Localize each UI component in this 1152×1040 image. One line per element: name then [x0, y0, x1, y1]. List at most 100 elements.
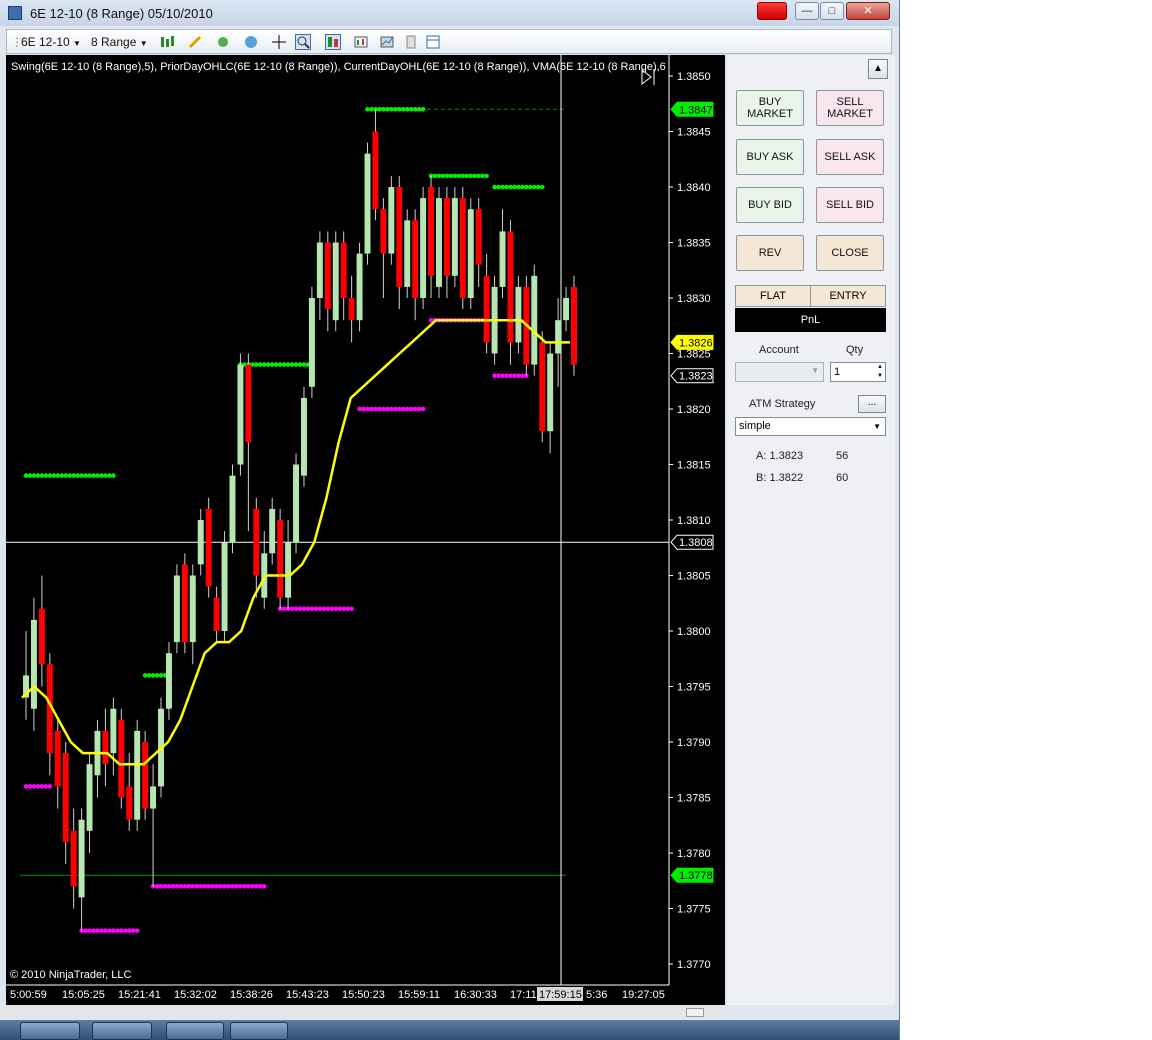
candle-up — [515, 286, 522, 343]
price-tick-label: 1.3815 — [677, 460, 711, 472]
swing-low-dot — [313, 606, 319, 612]
drawing-tool-icon[interactable] — [215, 34, 231, 50]
properties-icon[interactable] — [403, 34, 419, 50]
swing-low-dot — [226, 884, 231, 889]
scroll-thumb[interactable] — [686, 1008, 704, 1017]
candle-up — [229, 475, 236, 543]
strategies-icon[interactable] — [379, 34, 395, 50]
stepper-arrows-icon[interactable]: ▲ ▼ — [877, 363, 883, 381]
indicators-label: Swing(6E 12-10 (8 Range),5), PriorDayOHL… — [11, 61, 666, 73]
swing-high-dot — [289, 362, 295, 367]
bid-price: B: 1.3822 — [756, 472, 804, 484]
swing-high-dot — [452, 173, 458, 179]
swing-high-dot — [297, 362, 303, 367]
swing-low-dot — [321, 606, 327, 612]
swing-low-dot — [246, 884, 251, 889]
taskbar-item[interactable] — [20, 1022, 80, 1040]
candle-down — [475, 209, 482, 265]
pencil-icon[interactable] — [187, 34, 203, 50]
swing-high-dot — [516, 184, 521, 190]
candle-up — [356, 253, 363, 321]
price-tick-label: 1.3785 — [677, 793, 711, 805]
swing-low-dot — [222, 884, 227, 889]
data-box-icon[interactable] — [425, 34, 441, 50]
swing-low-dot — [420, 406, 426, 412]
swing-low-dot — [83, 928, 88, 933]
swing-high-dot — [464, 173, 470, 179]
taskbar-item[interactable] — [230, 1022, 288, 1040]
chevron-down-icon: ▼ — [811, 366, 819, 375]
firefox-icon[interactable] — [166, 1022, 224, 1040]
swing-low-dot — [242, 884, 247, 889]
close-window-button[interactable]: ✕ — [846, 2, 890, 20]
swing-low-dot — [218, 884, 223, 889]
chart-trader-icon[interactable] — [325, 34, 341, 50]
swing-high-dot — [504, 184, 509, 190]
crosshair-icon[interactable] — [271, 34, 287, 50]
swing-high-dot — [111, 473, 116, 478]
buy-ask-button[interactable]: BUY ASK — [736, 139, 804, 175]
maximize-button[interactable]: □ — [820, 2, 844, 20]
price-marker-label: 1.3823 — [679, 371, 713, 383]
swing-low-dot — [170, 884, 176, 889]
swing-high-dot — [154, 673, 160, 678]
swing-high-dot — [396, 107, 402, 112]
swing-low-dot — [154, 884, 160, 889]
price-chart[interactable]: 1.3850 1.3845 1.3840 1.3835 1.3830 1.3825 1.38… — [6, 55, 725, 1005]
swing-low-dot — [365, 406, 370, 412]
atm-strategy-select[interactable]: simple ▼ — [735, 417, 886, 436]
help-button[interactable] — [757, 2, 787, 20]
candle-up — [86, 764, 93, 831]
atm-strategy-more-button[interactable]: ... — [858, 395, 886, 413]
candle-up — [173, 575, 180, 643]
indicators-icon[interactable] — [353, 34, 369, 50]
swing-low-dot — [412, 406, 418, 412]
sell-bid-button[interactable]: SELL BID — [816, 187, 884, 223]
reverse-button[interactable]: REV — [736, 235, 804, 271]
collapse-panel-button[interactable]: ▲ — [868, 59, 888, 79]
candle-down — [102, 730, 109, 765]
buy-bid-button[interactable]: BUY BID — [736, 187, 804, 223]
swing-low-dot — [333, 606, 339, 612]
swing-high-dot — [412, 107, 418, 112]
interval-selector[interactable]: 8 Range ▼ — [91, 34, 148, 50]
candle-up — [436, 198, 442, 287]
instrument-selector[interactable]: 6E 12-10 ▼ — [21, 34, 81, 50]
candle-up — [467, 209, 474, 298]
price-tick-label: 1.3825 — [677, 349, 711, 361]
price-tick-label: 1.3790 — [677, 737, 711, 749]
close-position-button[interactable]: CLOSE — [816, 235, 884, 271]
swing-low-dot — [122, 928, 128, 933]
swing-low-dot — [107, 928, 112, 933]
candle-up — [285, 542, 292, 598]
price-markers: 1.3847 1.3826 1.3823 1.3808 1.3778 — [670, 101, 714, 883]
taskbar-item[interactable] — [92, 1022, 152, 1040]
candle-down — [412, 220, 419, 298]
sell-ask-button[interactable]: SELL ASK — [816, 139, 884, 175]
price-tick-label: 1.3810 — [677, 515, 711, 527]
candle-down — [539, 342, 546, 432]
bar-type-icon[interactable] — [159, 34, 175, 50]
quantity-stepper[interactable]: 1 ▲ ▼ — [830, 362, 886, 382]
swing-low-dot — [198, 884, 204, 889]
swing-high-dot — [484, 173, 489, 179]
entry-price: ENTRY — [810, 285, 886, 307]
zoom-icon[interactable] — [295, 34, 311, 50]
swing-high-dot — [385, 107, 390, 112]
account-select[interactable]: ▼ — [735, 362, 824, 382]
swing-low-dot — [516, 373, 521, 379]
time-tick-label: 5:36 — [586, 989, 607, 1001]
chart-canvas[interactable]: 1.38501.38451.38401.38351.38301.38251.38… — [6, 55, 725, 1005]
minimize-button[interactable]: — — [795, 2, 819, 20]
swing-high-dot — [67, 473, 72, 478]
swing-low-dot — [31, 784, 37, 789]
price-tick-label: 1.3820 — [677, 404, 711, 416]
sell-market-button[interactable]: SELL MARKET — [816, 90, 884, 126]
candle-up — [134, 730, 141, 820]
globe-icon[interactable] — [243, 34, 259, 50]
horizontal-scrollbar[interactable] — [0, 1005, 725, 1020]
price-tick-label: 1.3850 — [677, 71, 711, 83]
buy-market-button[interactable]: BUY MARKET — [736, 90, 804, 126]
swing-low-dot — [345, 606, 350, 612]
time-tick-label: 15:05:25 — [62, 989, 105, 1001]
